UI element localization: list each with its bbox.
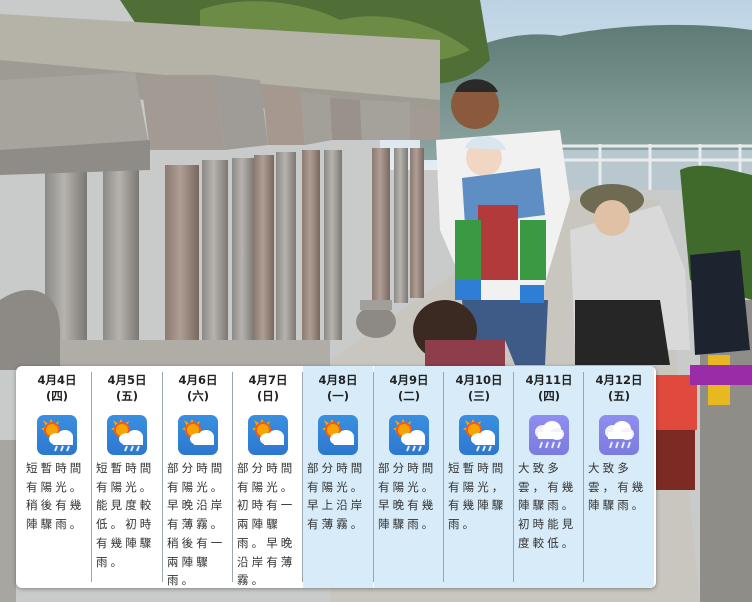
sun-cloud-icon [248,415,288,455]
forecast-description: 短暫時間有陽光，有幾陣驟雨。 [448,461,507,532]
forecast-date: 4月9日 [389,373,429,387]
forecast-weekday: (六) [186,389,209,403]
forecast-day: 4月9日 (二) 部分時間有陽光。早晚有幾陣驟雨。 [374,366,444,588]
forecast-weekday: (五) [607,389,630,403]
forecast-day: 4月6日 (六) 部分時間有陽光。早晚沿岸有薄霧。稍後有一兩陣驟雨。 [163,366,233,588]
forecast-day: 4月5日 (五) 短暫時間有陽光。能見度較低。初時有幾陣驟雨。 [92,366,162,588]
column-divider [91,372,92,582]
forecast-description: 部分時間有陽光。初時有一兩陣驟雨。早晚沿岸有薄霧。 [237,461,296,588]
forecast-weekday: (二) [397,389,420,403]
forecast-weekday: (四) [537,389,560,403]
forecast-day: 4月10日 (三) 短暫時間有陽光，有幾陣驟雨。 [444,366,514,588]
column-divider [162,372,163,582]
sun-cloud-rain-icon [389,415,429,455]
forecast-day: 4月7日 (日) 部分時間有陽光。初時有一兩陣驟雨。早晚沿岸有薄霧。 [233,366,303,588]
forecast-date: 4月6日 [178,373,218,387]
forecast-description: 短暫時間有陽光。稍後有幾陣驟雨。 [26,461,85,532]
forecast-date: 4月12日 [595,373,643,387]
sun-cloud-icon [318,415,358,455]
forecast-date: 4月8日 [318,373,358,387]
forecast-weekday: (三) [467,389,490,403]
forecast-date: 4月5日 [107,373,147,387]
forecast-description: 部分時間有陽光。早晚沿岸有薄霧。稍後有一兩陣驟雨。 [167,461,226,588]
column-divider [443,372,444,582]
weather-forecast-panel: 4月4日 (四) 短暫時間有陽光。稍後有幾陣驟雨。 4月5日 (五) 短暫時間有陽光。能見… [16,366,656,588]
forecast-weekday: (一) [326,389,349,403]
column-divider [513,372,514,582]
forecast-day: 4月12日 (五) 大致多雲，有幾陣驟雨。 [584,366,654,588]
forecast-description: 大致多雲，有幾陣驟雨。 [588,461,647,513]
forecast-day: 4月8日 (一) 部分時間有陽光。早上沿岸有薄霧。 [303,366,373,588]
column-divider [583,372,584,582]
forecast-weekday: (五) [115,389,138,403]
forecast-weekday: (四) [45,389,68,403]
forecast-weekday: (日) [256,389,279,403]
cloud-rain-icon [529,415,569,455]
sun-cloud-rain-icon [459,415,499,455]
column-divider [232,372,233,582]
forecast-description: 短暫時間有陽光。能見度較低。初時有幾陣驟雨。 [96,461,155,569]
forecast-description: 部分時間有陽光。早晚有幾陣驟雨。 [378,461,437,532]
forecast-day: 4月11日 (四) 大致多雲，有幾陣驟雨。初時能見度較低。 [514,366,584,588]
forecast-description: 大致多雲，有幾陣驟雨。初時能見度較低。 [518,461,577,550]
column-divider [373,372,374,582]
sun-cloud-rain-icon [107,415,147,455]
forecast-date: 4月11日 [525,373,573,387]
forecast-date: 4月4日 [37,373,77,387]
forecast-date: 4月7日 [248,373,288,387]
sun-cloud-rain-icon [37,415,77,455]
column-divider [302,372,303,582]
forecast-description: 部分時間有陽光。早上沿岸有薄霧。 [307,461,366,532]
forecast-date: 4月10日 [455,373,503,387]
cloud-rain-icon [599,415,639,455]
forecast-day: 4月4日 (四) 短暫時間有陽光。稍後有幾陣驟雨。 [22,366,92,588]
sun-cloud-icon [178,415,218,455]
